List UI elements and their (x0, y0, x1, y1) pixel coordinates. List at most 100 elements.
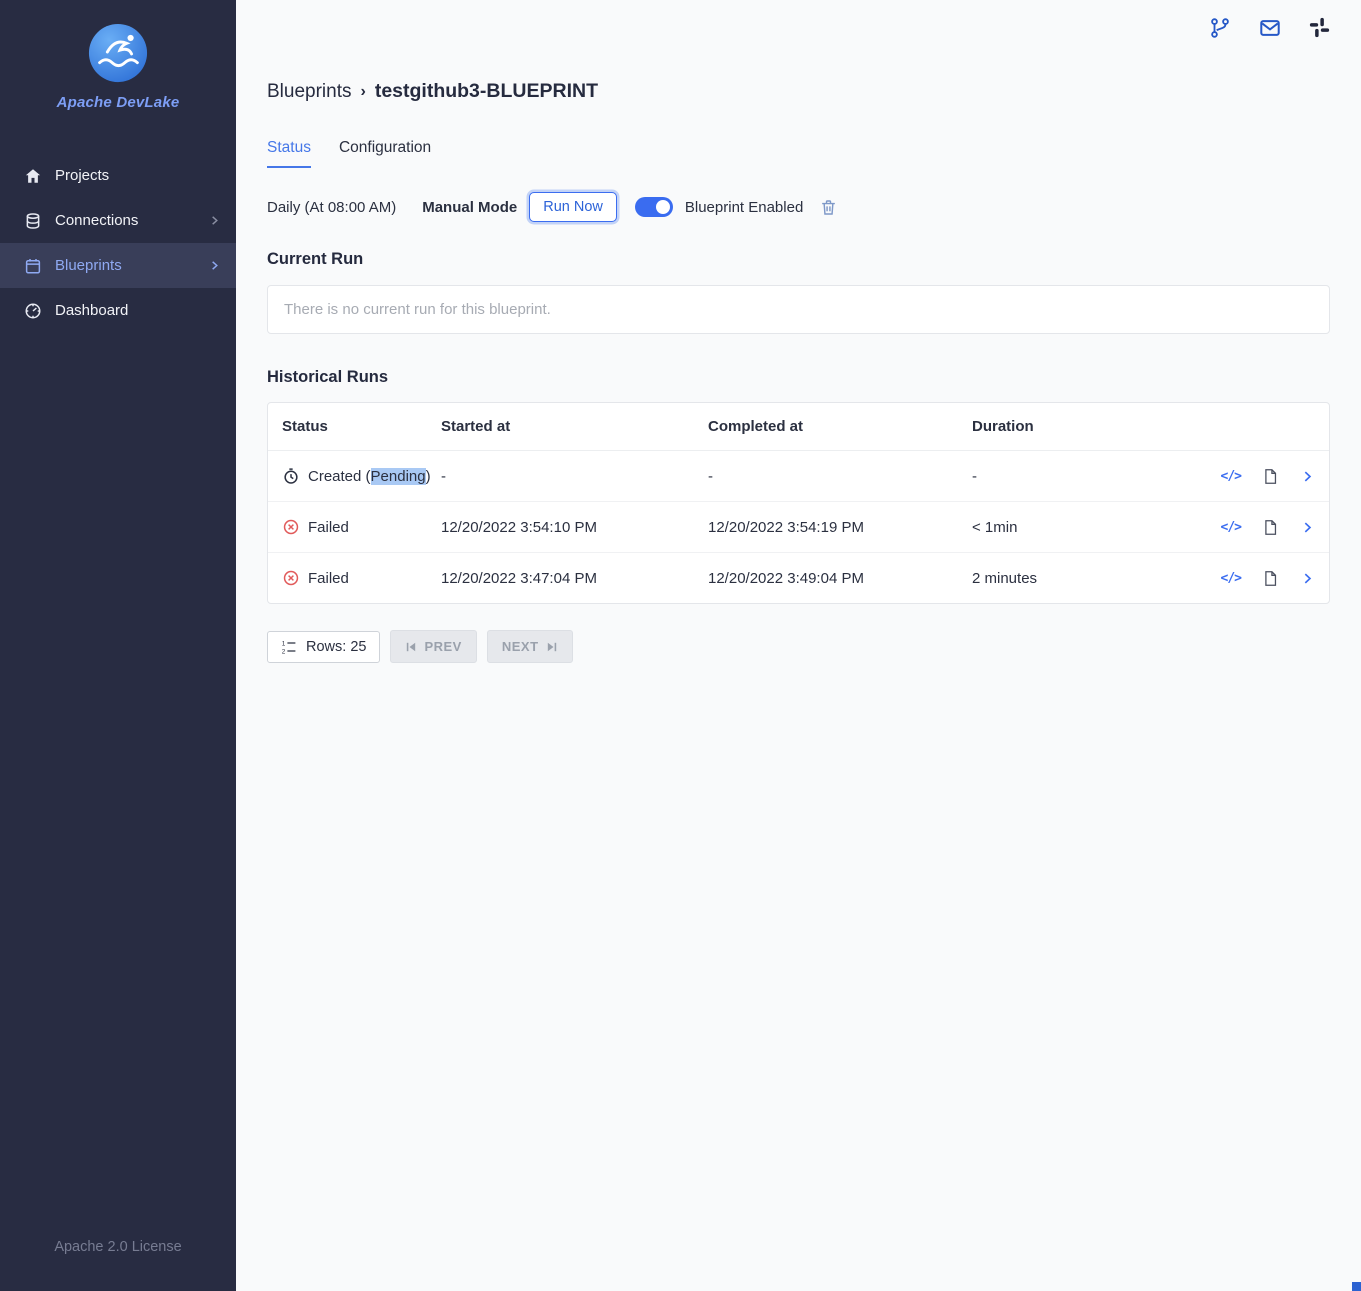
failed-icon (282, 518, 300, 536)
sidebar-item-connections[interactable]: Connections (0, 198, 236, 243)
version-icon[interactable] (1209, 17, 1231, 39)
chevron-right-icon (1304, 573, 1312, 583)
file-icon (1265, 468, 1277, 484)
sidebar-nav: Projects Connections Blueprints Dashboar… (0, 153, 236, 333)
blueprint-enabled-toggle[interactable] (634, 197, 673, 217)
delete-blueprint-button[interactable] (819, 198, 838, 217)
sidebar-item-label: Blueprints (55, 257, 122, 274)
breadcrumb: Blueprints › testgithub3-BLUEPRINT (267, 80, 1330, 103)
scroll-indicator (1352, 1282, 1361, 1291)
status-cell: Failed (282, 553, 441, 603)
started-cell: 12/20/2022 3:54:10 PM (441, 518, 597, 536)
row-actions: </> (1179, 503, 1315, 552)
duration-cell: - (972, 467, 977, 485)
rows-per-page-button[interactable]: 1 2 Rows: 25 (267, 630, 381, 663)
license-footer: Apache 2.0 License (54, 1239, 182, 1255)
code-icon: </> (1220, 519, 1243, 535)
next-label: NEXT (501, 639, 539, 654)
prev-page-button[interactable]: PREV (390, 630, 477, 663)
view-log-button[interactable] (1262, 519, 1279, 536)
app: Apache DevLake Projects Connections Blue… (0, 0, 1361, 1291)
view-log-button[interactable] (1262, 468, 1279, 485)
file-icon (1265, 570, 1277, 586)
status-text: Failed (308, 518, 349, 536)
historical-runs-heading: Historical Runs (267, 368, 389, 386)
completed-cell: - (708, 467, 713, 485)
table-header: Status Started at Completed at Duration (268, 403, 1329, 451)
schedule-label: Daily (At 08:00 AM) (267, 198, 397, 216)
started-cell: 12/20/2022 3:47:04 PM (441, 569, 597, 587)
sidebar-item-label: Projects (55, 167, 110, 184)
slack-icon[interactable] (1309, 17, 1331, 39)
chevron-right-icon (209, 260, 220, 271)
code-icon: </> (1220, 468, 1243, 484)
chevron-right-icon (1304, 471, 1312, 481)
mail-icon[interactable] (1259, 17, 1281, 39)
sidebar-item-blueprints[interactable]: Blueprints (0, 243, 236, 288)
view-json-button[interactable]: </> (1220, 519, 1243, 535)
dashboard-icon (24, 302, 42, 320)
selected-text: Pending (370, 467, 426, 485)
current-run-heading: Current Run (267, 250, 364, 268)
column-header-duration: Duration (972, 418, 1034, 435)
status-text: Created (Pending) (308, 467, 431, 485)
trash-icon (822, 199, 836, 215)
main-area: Blueprints › testgithub3-BLUEPRINT Statu… (236, 0, 1361, 1291)
breadcrumb-parent[interactable]: Blueprints (267, 81, 352, 103)
failed-icon (282, 569, 300, 587)
view-json-button[interactable]: </> (1220, 468, 1243, 484)
logo-block: Apache DevLake (0, 0, 236, 111)
pagination: 1 2 Rows: 25 PREV NEXT (267, 630, 1330, 663)
expand-row-button[interactable] (1300, 469, 1315, 484)
row-actions: </> (1179, 452, 1315, 501)
rows-per-page-label: Rows: 25 (306, 638, 367, 655)
prev-label: PREV (424, 639, 462, 654)
status-text: Failed (308, 569, 349, 587)
sidebar-item-dashboard[interactable]: Dashboard (0, 288, 236, 333)
expand-row-button[interactable] (1300, 571, 1315, 586)
expand-row-button[interactable] (1300, 520, 1315, 535)
content: Blueprints › testgithub3-BLUEPRINT Statu… (236, 80, 1361, 663)
next-page-button[interactable]: NEXT (486, 630, 573, 663)
status-cell: Failed (282, 502, 441, 552)
sidebar: Apache DevLake Projects Connections Blue… (0, 0, 236, 1291)
skip-forward-icon (546, 641, 558, 653)
topbar (236, 0, 1361, 56)
view-json-button[interactable]: </> (1221, 571, 1243, 586)
home-icon (24, 167, 42, 185)
devlake-logo (87, 22, 149, 84)
chevron-right-icon (209, 215, 220, 226)
connections-icon (24, 212, 42, 230)
run-now-button[interactable]: Run Now (529, 192, 617, 222)
historical-runs-table: Status Started at Completed at Duration (267, 402, 1330, 604)
skip-back-icon (405, 641, 417, 653)
tab-status[interactable]: Status (267, 139, 311, 168)
tabs: Status Configuration (267, 139, 1330, 168)
sidebar-item-label: Connections (55, 212, 139, 229)
numbered-list-icon: 1 2 (282, 640, 296, 655)
svg-text:1: 1 (282, 640, 286, 647)
mode-label: Manual Mode (422, 198, 518, 216)
table-row: Failed 12/20/2022 3:47:04 PM 12/20/2022 … (268, 553, 1329, 603)
svg-text:2: 2 (282, 648, 286, 655)
breadcrumb-separator-icon: › (360, 82, 366, 100)
empty-message: There is no current run for this bluepri… (284, 301, 551, 318)
chevron-right-icon (1304, 522, 1312, 532)
completed-cell: 12/20/2022 3:49:04 PM (708, 569, 864, 587)
table-row: Failed 12/20/2022 3:54:10 PM 12/20/2022 … (268, 502, 1329, 553)
current-run-empty-card: There is no current run for this bluepri… (267, 285, 1330, 334)
table-row: Created (Pending) - - - </> (268, 451, 1329, 502)
row-actions: </> (1179, 554, 1315, 603)
column-header-status: Status (282, 418, 328, 435)
view-log-button[interactable] (1262, 570, 1279, 587)
file-icon (1265, 519, 1277, 535)
toggle-label: Blueprint Enabled (684, 198, 804, 216)
page-title: testgithub3-BLUEPRINT (374, 80, 598, 102)
sidebar-item-projects[interactable]: Projects (0, 153, 236, 198)
logo-title: Apache DevLake (56, 94, 180, 111)
status-cell: Created (Pending) (282, 451, 441, 501)
calendar-icon (24, 257, 42, 275)
tab-configuration[interactable]: Configuration (339, 139, 431, 168)
sidebar-item-label: Dashboard (55, 302, 129, 319)
completed-cell: 12/20/2022 3:54:19 PM (708, 518, 864, 536)
